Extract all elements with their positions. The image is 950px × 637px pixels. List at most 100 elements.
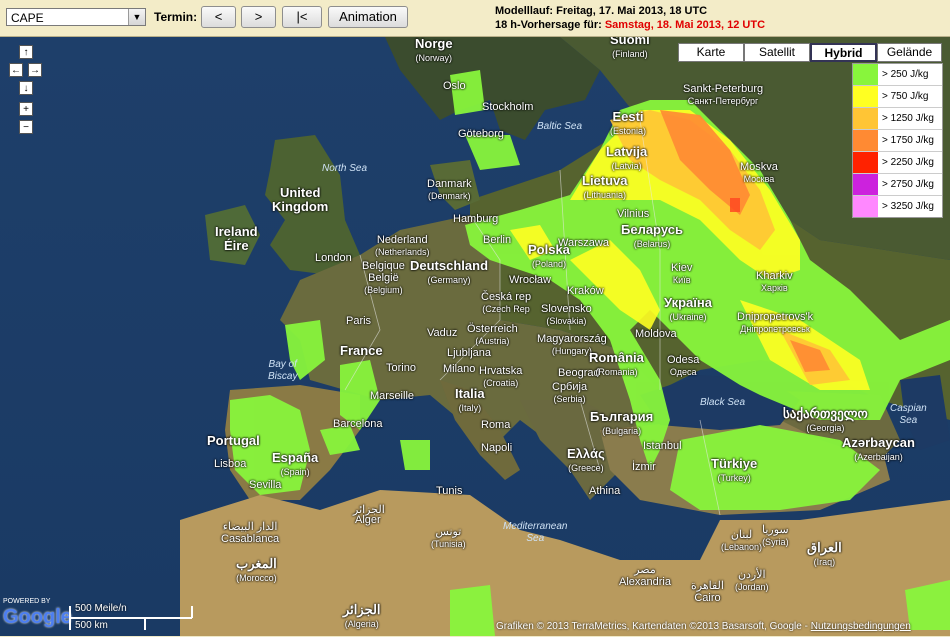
- legend-row: > 250 J/kg: [853, 64, 942, 85]
- chevron-down-icon[interactable]: ▼: [128, 9, 145, 25]
- label-warszawa: Warszawa: [558, 237, 609, 249]
- next-button[interactable]: >: [241, 6, 276, 28]
- label-alger: Alger: [355, 514, 381, 526]
- label-sankt-peterburg: Sankt-Peterburg Санкт-Петербург: [683, 83, 764, 106]
- maptype-satellit-button[interactable]: Satellit: [744, 43, 810, 62]
- google-logo[interactable]: Google: [3, 606, 72, 629]
- label-marseille: Marseille: [370, 390, 415, 402]
- legend-row: > 2750 J/kg: [853, 173, 942, 195]
- label-lisboa: Lisboa: [214, 458, 247, 470]
- pan-up-button[interactable]: ↑: [19, 45, 33, 59]
- label-algeria: الجزائر (Algeria): [343, 602, 381, 630]
- pan-right-button[interactable]: →: [28, 63, 42, 77]
- label-odesa: Odesa Одеса: [667, 354, 700, 377]
- legend-label: > 2750 J/kg: [882, 179, 934, 190]
- label-slovensko: Slovensko (Slovakia): [541, 303, 592, 326]
- label-united-kingdom: United Kingdom: [272, 185, 329, 214]
- legend-label: > 750 J/kg: [882, 91, 929, 102]
- maptype-karte-button[interactable]: Karte: [678, 43, 744, 62]
- zoom-in-button[interactable]: +: [19, 102, 33, 116]
- label-alexandria: مصر Alexandria: [619, 564, 671, 588]
- zoom-out-button[interactable]: −: [19, 120, 33, 134]
- label-milano: Milano: [443, 363, 476, 375]
- label-vaduz: Vaduz: [427, 327, 458, 339]
- label-athina: Athina: [589, 485, 621, 497]
- label-kiev: Kiev Київ: [671, 262, 693, 285]
- animation-button[interactable]: Animation: [328, 6, 408, 28]
- credit-text: Grafiken © 2013 TerraMetrics, Kartendate…: [496, 621, 808, 632]
- label-eesti: Eesti (Estonia): [610, 109, 647, 137]
- label-hamburg: Hamburg: [453, 213, 499, 225]
- prev-button[interactable]: <: [201, 6, 236, 28]
- map-credit: Grafiken © 2013 TerraMetrics, Kartendate…: [496, 621, 911, 632]
- label-wroclaw: Wrocław: [509, 274, 551, 286]
- label-cairo: القاهرة Cairo: [691, 580, 724, 604]
- legend-label: > 1750 J/kg: [882, 135, 934, 146]
- forecast-line: 18 h-Vorhersage für: Samstag, 18. Mai 20…: [495, 19, 765, 31]
- label-syria: سوريا (Syria): [762, 524, 789, 547]
- label-iraq: العراق (Iraq): [807, 540, 842, 568]
- scale-km: 500 km: [75, 620, 108, 631]
- label-ljubljana: Ljubljana: [447, 347, 492, 359]
- label-belarus: Беларусь (Belarus): [621, 222, 683, 250]
- label-istanbul: Istanbul: [643, 440, 682, 452]
- maptype-hybrid-button[interactable]: Hybrid: [810, 43, 877, 62]
- legend-row: > 1250 J/kg: [853, 107, 942, 129]
- maptype-gelaende-button[interactable]: Gelände: [877, 43, 942, 62]
- label-danmark: Danmark (Denmark): [427, 178, 472, 201]
- label-sakartvelo: საქართველო (Georgia): [783, 406, 868, 434]
- label-torino: Torino: [386, 362, 416, 374]
- product-select-value: CAPE: [11, 11, 44, 25]
- product-select[interactable]: CAPE ▼: [6, 8, 146, 26]
- legend-swatch: [853, 174, 878, 195]
- label-jordan: الأردن (Jordan): [735, 569, 769, 592]
- cape-legend: > 250 J/kg > 750 J/kg > 1250 J/kg > 1750…: [852, 63, 943, 218]
- label-moldova: Moldova: [635, 328, 677, 340]
- legend-row: > 750 J/kg: [853, 85, 942, 107]
- pan-left-button[interactable]: ←: [9, 63, 23, 77]
- map-canvas[interactable]: Norge (Norway) Suomi (Finland) Oslo Stockh…: [0, 37, 950, 636]
- legend-swatch: [853, 196, 878, 217]
- label-deutschland: Deutschland (Germany): [410, 258, 489, 286]
- label-tunis: Tunis: [436, 485, 463, 497]
- label-paris: Paris: [346, 315, 372, 327]
- pan-down-button[interactable]: ↓: [19, 81, 33, 95]
- legend-label: > 1250 J/kg: [882, 113, 934, 124]
- legend-swatch: [853, 152, 878, 173]
- label-bulgaria: България (Bulgaria): [590, 409, 654, 437]
- label-goteborg: Göteborg: [458, 128, 504, 140]
- label-turkiye: Türkiye (Turkey): [711, 456, 758, 484]
- forecast-date: Samstag, 18. Mai 2013, 12 UTC: [604, 19, 766, 31]
- legend-swatch: [853, 64, 878, 85]
- first-button[interactable]: |<: [282, 6, 322, 28]
- legend-row: > 2250 J/kg: [853, 151, 942, 173]
- label-belgique: Belgique België (Belgium): [362, 260, 405, 295]
- label-suomi: Suomi (Finland): [610, 37, 650, 59]
- label-norge: Norge (Norway): [415, 37, 453, 63]
- label-vilnius: Vilnius: [617, 208, 650, 220]
- label-stockholm: Stockholm: [482, 101, 534, 113]
- model-run-text: Modelllauf: Freitag, 17. Mai 2013, 18 UT…: [495, 5, 708, 17]
- label-latvija: Latvija (Latvia): [606, 144, 648, 172]
- label-berlin: Berlin: [483, 234, 512, 246]
- label-black-sea: Black Sea: [700, 397, 746, 408]
- label-hrvatska: Hrvatska (Croatia): [479, 365, 523, 388]
- label-london: London: [315, 252, 352, 264]
- label-morocco: المغرب (Morocco): [236, 556, 277, 584]
- label-italia: Italia (Italy): [455, 386, 485, 414]
- label-srbija: Србија (Serbia): [552, 381, 588, 404]
- label-ceska: Česká rep (Czech Rep: [481, 291, 532, 314]
- label-casablanca: الدار البيضاء Casablanca: [221, 521, 280, 545]
- label-krakow: Kraków: [567, 285, 604, 297]
- legend-row: > 3250 J/kg: [853, 195, 942, 217]
- label-north-sea: North Sea: [322, 163, 368, 174]
- label-ellas: Ελλάς (Greece): [567, 446, 605, 474]
- label-lebanon: لبنان (Lebanon): [721, 529, 763, 552]
- label-sevilla: Sevilla: [249, 479, 282, 491]
- terms-link[interactable]: Nutzungsbedingungen: [811, 621, 911, 632]
- label-nederland: Nederland (Netherlands): [375, 234, 430, 257]
- scale-bar: 500 Meile/n 500 km: [68, 603, 196, 632]
- label-barcelona: Barcelona: [333, 418, 383, 430]
- label-bay-of-biscay: Bay of Biscay: [268, 359, 298, 382]
- label-izmir: İzmir: [632, 461, 656, 473]
